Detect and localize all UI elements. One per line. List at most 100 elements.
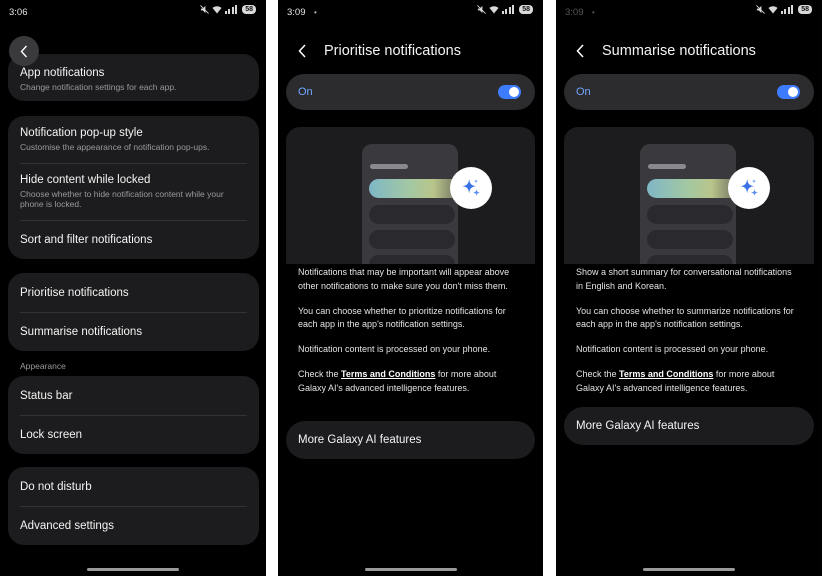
setting-subtitle: Choose whether to hide notification cont… (20, 188, 224, 210)
toggle-label: On (576, 86, 591, 98)
description: Notifications that may be important will… (298, 266, 519, 407)
setting-status-bar[interactable]: Status bar (8, 376, 259, 415)
notification-placeholder (647, 205, 733, 224)
back-button[interactable] (298, 41, 312, 61)
notification-dot-icon: • (314, 8, 317, 17)
terms-link[interactable]: Terms and Conditions (619, 369, 713, 379)
status-time: 3:09 (565, 7, 584, 18)
setting-lock-screen[interactable]: Lock screen (8, 415, 259, 454)
description-paragraph: Notification content is processed on you… (576, 344, 769, 355)
setting-title: Lock screen (20, 428, 83, 441)
notification-placeholder (369, 255, 455, 264)
setting-prioritise[interactable]: Prioritise notifications (8, 273, 259, 312)
page-title: Summarise notifications (602, 43, 756, 59)
setting-title: Notification pop-up style (20, 126, 143, 139)
phone-illustration (640, 144, 739, 264)
mute-icon (200, 5, 210, 14)
wifi-icon (212, 5, 222, 14)
gesture-handle[interactable] (364, 568, 457, 571)
back-button[interactable] (576, 41, 590, 61)
status-icons: 58 (477, 5, 533, 14)
illustration-bar (648, 164, 686, 169)
more-galaxy-ai-button[interactable]: More Galaxy AI features (564, 407, 814, 445)
more-galaxy-ai-button[interactable]: More Galaxy AI features (286, 421, 535, 459)
page-header: Summarise notifications (556, 36, 822, 66)
terms-link[interactable]: Terms and Conditions (341, 369, 435, 379)
setting-subtitle: Change notification settings for each ap… (20, 81, 177, 92)
back-button[interactable] (9, 36, 39, 66)
gesture-handle[interactable] (87, 568, 179, 571)
settings-group-other: Do not disturb Advanced settings (8, 467, 259, 545)
page-title: Prioritise notifications (324, 43, 461, 59)
prioritise-notifications-screen: 3:09 • 58 Prioritise notifications On No… (278, 0, 543, 576)
setting-advanced[interactable]: Advanced settings (8, 506, 259, 545)
feature-illustration (564, 127, 814, 264)
signal-icon (225, 5, 239, 14)
on-toggle-switch[interactable] (777, 85, 800, 99)
setting-do-not-disturb[interactable]: Do not disturb (8, 467, 259, 506)
section-label-appearance: Appearance (20, 361, 66, 371)
gesture-handle[interactable] (643, 568, 735, 571)
setting-title: Hide content while locked (20, 173, 151, 186)
setting-title: App notifications (20, 66, 105, 79)
status-time: 3:09 (287, 7, 306, 18)
description-paragraph: Notification content is processed on you… (298, 344, 491, 355)
status-icons: 58 (200, 5, 256, 14)
settings-group-app-notifications: App notifications Change notification se… (8, 54, 259, 101)
terms-text: Check the (298, 368, 342, 379)
status-icons: 58 (756, 5, 812, 14)
settings-group-ai: Prioritise notifications Summarise notif… (8, 273, 259, 351)
status-bar: 3:09 • 58 (278, 0, 543, 24)
settings-group-appearance: Status bar Lock screen (8, 376, 259, 454)
feature-illustration (286, 127, 535, 264)
setting-title: Prioritise notifications (20, 286, 129, 299)
setting-app-notifications[interactable]: App notifications Change notification se… (8, 54, 259, 101)
setting-title: Advanced settings (20, 519, 114, 532)
setting-hide-content[interactable]: Hide content while locked Choose whether… (8, 163, 259, 220)
settings-group-display: Notification pop-up style Customise the … (8, 116, 259, 259)
description: Show a short summary for conversational … (576, 266, 798, 407)
summarise-notifications-screen: 3:09 • 58 Summarise notifications On Sho… (556, 0, 822, 576)
description-paragraph: You can choose whether to summarize noti… (576, 305, 794, 330)
sparkle-icon (728, 167, 770, 209)
highlighted-notification (647, 179, 739, 198)
battery-icon: 58 (242, 5, 256, 14)
on-toggle-switch[interactable] (498, 85, 521, 99)
battery-icon: 58 (798, 5, 812, 14)
notification-placeholder (369, 230, 455, 249)
master-toggle-bar[interactable]: On (286, 74, 535, 110)
description-paragraph: Notifications that may be important will… (298, 267, 510, 291)
setting-title: Summarise notifications (20, 325, 143, 338)
terms-text: Check the (576, 368, 620, 379)
setting-sort-filter[interactable]: Sort and filter notifications (8, 220, 259, 259)
settings-notifications-screen: 3:06 58 App notifications Change notific… (0, 0, 266, 576)
setting-popup-style[interactable]: Notification pop-up style Customise the … (8, 116, 259, 163)
back-chevron-icon (298, 44, 306, 58)
highlighted-notification (369, 179, 461, 198)
notification-placeholder (369, 205, 455, 224)
status-bar: 3:06 58 (0, 0, 266, 24)
terms-paragraph: Check the Terms and Conditions for more … (576, 368, 798, 396)
illustration-bar (370, 164, 408, 169)
toggle-label: On (298, 86, 313, 98)
signal-icon (502, 5, 516, 14)
battery-icon: 58 (519, 5, 533, 14)
setting-title: Status bar (20, 389, 73, 402)
status-time: 3:06 (9, 7, 28, 18)
setting-subtitle: Customise the appearance of notification… (20, 141, 210, 152)
wifi-icon (489, 5, 499, 14)
notification-dot-icon: • (592, 8, 595, 17)
back-chevron-icon (576, 44, 584, 58)
sparkle-icon (450, 167, 492, 209)
mute-icon (756, 5, 766, 14)
signal-icon (781, 5, 795, 14)
setting-title: Do not disturb (20, 480, 92, 493)
page-header: Prioritise notifications (278, 36, 543, 66)
setting-title: Sort and filter notifications (20, 233, 153, 246)
master-toggle-bar[interactable]: On (564, 74, 814, 110)
setting-summarise[interactable]: Summarise notifications (8, 312, 259, 351)
mute-icon (477, 5, 487, 14)
terms-paragraph: Check the Terms and Conditions for more … (298, 368, 519, 396)
back-chevron-icon (20, 45, 28, 57)
description-paragraph: Show a short summary for conversational … (576, 267, 792, 291)
